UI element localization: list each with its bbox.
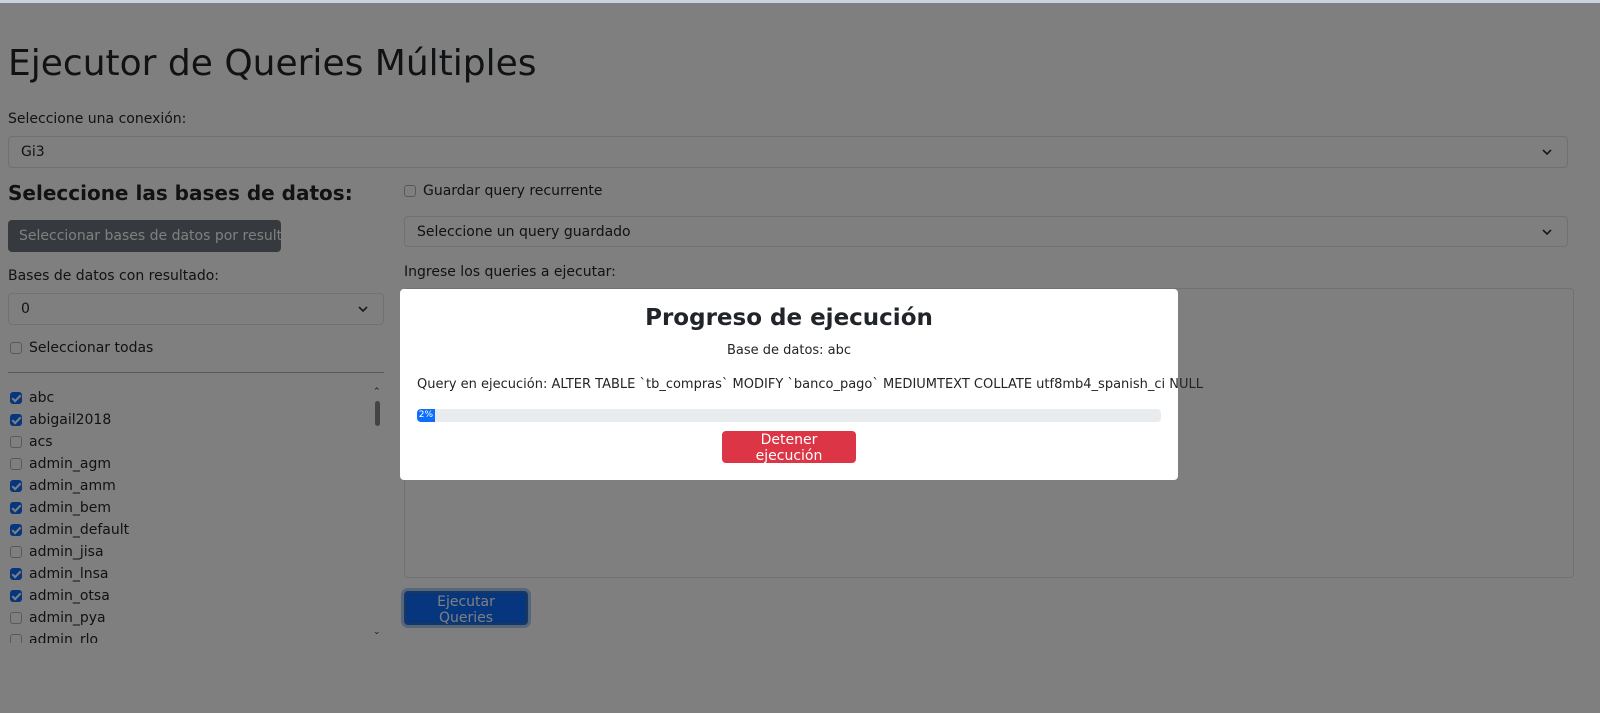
- progress-track: 2%: [417, 409, 1161, 422]
- progress-bar: 2%: [417, 409, 435, 422]
- progress-modal: Progreso de ejecución Base de datos: abc…: [400, 289, 1203, 480]
- modal-title: Progreso de ejecución: [645, 305, 933, 331]
- stop-execution-button[interactable]: Detener ejecución: [722, 431, 856, 464]
- page: Ejecutor de Queries Múltiples Seleccione…: [0, 0, 1600, 713]
- modal-query-text: Query en ejecución: ALTER TABLE `tb_comp…: [417, 377, 1204, 392]
- modal-database-text: Base de datos: abc: [726, 343, 852, 358]
